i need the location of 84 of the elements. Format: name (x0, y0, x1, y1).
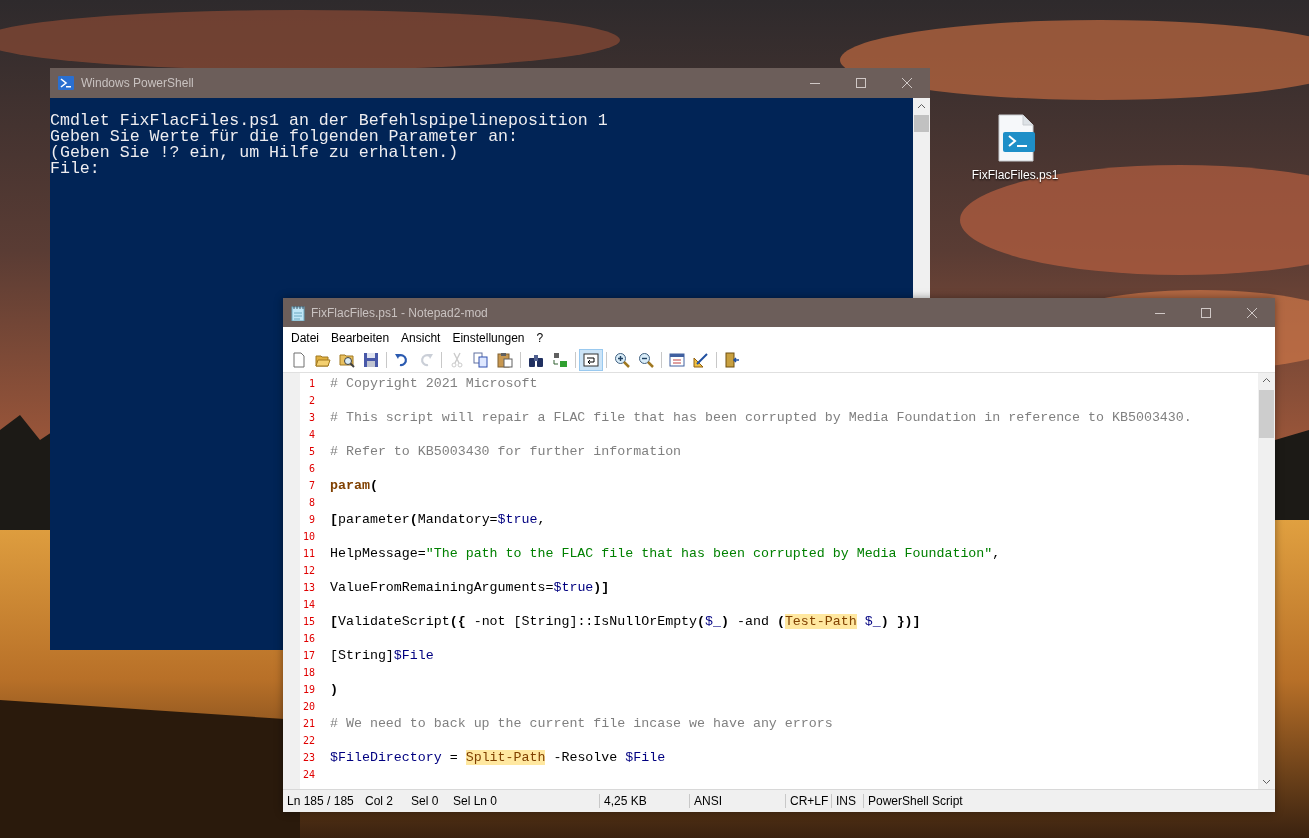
line-number: 5 (307, 446, 315, 457)
powershell-icon (58, 76, 74, 90)
code-line: # We need to back up the current file incase we have any errors (330, 716, 833, 731)
scroll-thumb[interactable] (914, 115, 929, 132)
status-text: Col 2 (364, 794, 394, 808)
status-text: PowerShell Script (863, 794, 1275, 808)
replace-icon (552, 352, 568, 368)
console-line: Cmdlet FixFlacFiles.ps1 an der Befehlspipelineposition 1 (50, 113, 609, 129)
line-number: 14 (301, 599, 315, 610)
line-number: 1 (307, 378, 315, 389)
line-number: 21 (301, 718, 315, 729)
status-text: Sel 0 (410, 794, 440, 808)
line-number: 2 (307, 395, 315, 406)
code-line: # This script will repair a FLAC file that has been corrupted by Media Foundation in reference to KB5003430. (330, 410, 1192, 425)
folder-search-icon (339, 352, 355, 368)
file-name[interactable]: FixFlacFiles.ps1 (971, 168, 1059, 182)
line-number: 9 (307, 514, 315, 525)
code-line: # Refer to KB5003430 for further information (330, 444, 682, 459)
page-icon (291, 352, 307, 368)
ruler-icon (693, 352, 709, 368)
code-line: $FileDirectory = Split-Path -Resolve $File (330, 750, 666, 765)
scrollbar[interactable] (913, 98, 930, 298)
menu-item[interactable]: Einstellungen (447, 330, 530, 345)
status-text: Ln 185 / 185 (286, 794, 355, 808)
maximize-icon (856, 78, 866, 88)
clipboard-icon (497, 352, 513, 368)
menu-item[interactable]: ? (531, 330, 549, 345)
word-wrap-icon (583, 352, 599, 368)
line-number: 13 (301, 582, 315, 593)
console-line: (Geben Sie !? ein, um Hilfe zu erhalten.) (50, 145, 460, 161)
status-text: Sel Ln 0 (452, 794, 499, 808)
line-number: 24 (301, 769, 315, 780)
line-number: 22 (301, 735, 315, 746)
undo-icon (394, 352, 410, 368)
line-number: 8 (307, 497, 315, 508)
door-icon (724, 352, 740, 368)
line-number: 20 (301, 701, 315, 712)
code-line: # Copyright 2021 Microsoft (330, 376, 538, 391)
code-line: ValueFromRemainingArguments=$true)] (330, 580, 610, 595)
window-icon (669, 352, 685, 368)
maximize-icon (1201, 307, 1211, 318)
zoom-out-icon (638, 352, 654, 368)
menu-item[interactable]: Ansicht (396, 330, 446, 345)
line-number: 3 (307, 412, 315, 423)
redo-icon (418, 352, 434, 368)
line-number: 7 (307, 480, 315, 491)
line-number: 12 (301, 565, 315, 576)
scrollbar[interactable] (1258, 373, 1275, 789)
window-title: Windows PowerShell (81, 76, 194, 90)
status-text: ANSI (689, 794, 785, 808)
window-title: FixFlacFiles.ps1 - Notepad2-mod (311, 305, 488, 320)
code-line: param( (330, 478, 378, 493)
folder-icon (315, 352, 331, 368)
copy-icon (473, 352, 489, 368)
line-number: 19 (301, 684, 315, 695)
line-number: 6 (307, 463, 315, 474)
line-number: 10 (301, 531, 315, 542)
close-icon (902, 78, 912, 88)
menu-item[interactable]: Datei (286, 330, 324, 345)
word-wrap-button[interactable] (579, 349, 603, 371)
code-line: [String]$File (330, 648, 434, 663)
console-line: Geben Sie Werte für die folgenden Parameter an: (50, 129, 519, 145)
line-number: 4 (307, 429, 315, 440)
console-line: File: (50, 161, 100, 177)
scissors-icon (449, 352, 465, 368)
scroll-thumb[interactable] (1259, 390, 1274, 438)
line-number: 11 (301, 548, 315, 559)
code-line: HelpMessage="The path to the FLAC file that has been corrupted by Media Foundation", (330, 546, 1001, 561)
line-number: 18 (301, 667, 315, 678)
status-text: CR+LF (785, 794, 831, 808)
notepad-icon (291, 304, 305, 321)
status-text: 4,25 KB (599, 794, 689, 808)
close-icon (1247, 307, 1257, 318)
binoculars-icon (528, 352, 544, 368)
line-number: 17 (301, 650, 315, 661)
status-text: INS (831, 794, 863, 808)
line-number: 16 (301, 633, 315, 644)
menu-item[interactable]: Bearbeiten (326, 330, 395, 345)
code-line: [ValidateScript({ -not [String]::IsNullOrEmpty($_) -and (Test-Path $_) })] (330, 614, 921, 629)
code-line: ) (330, 682, 338, 697)
line-number: 15 (301, 616, 315, 627)
code-line: [parameter(Mandatory=$true, (330, 512, 546, 527)
zoom-in-icon (614, 352, 630, 368)
line-number: 23 (301, 752, 315, 763)
